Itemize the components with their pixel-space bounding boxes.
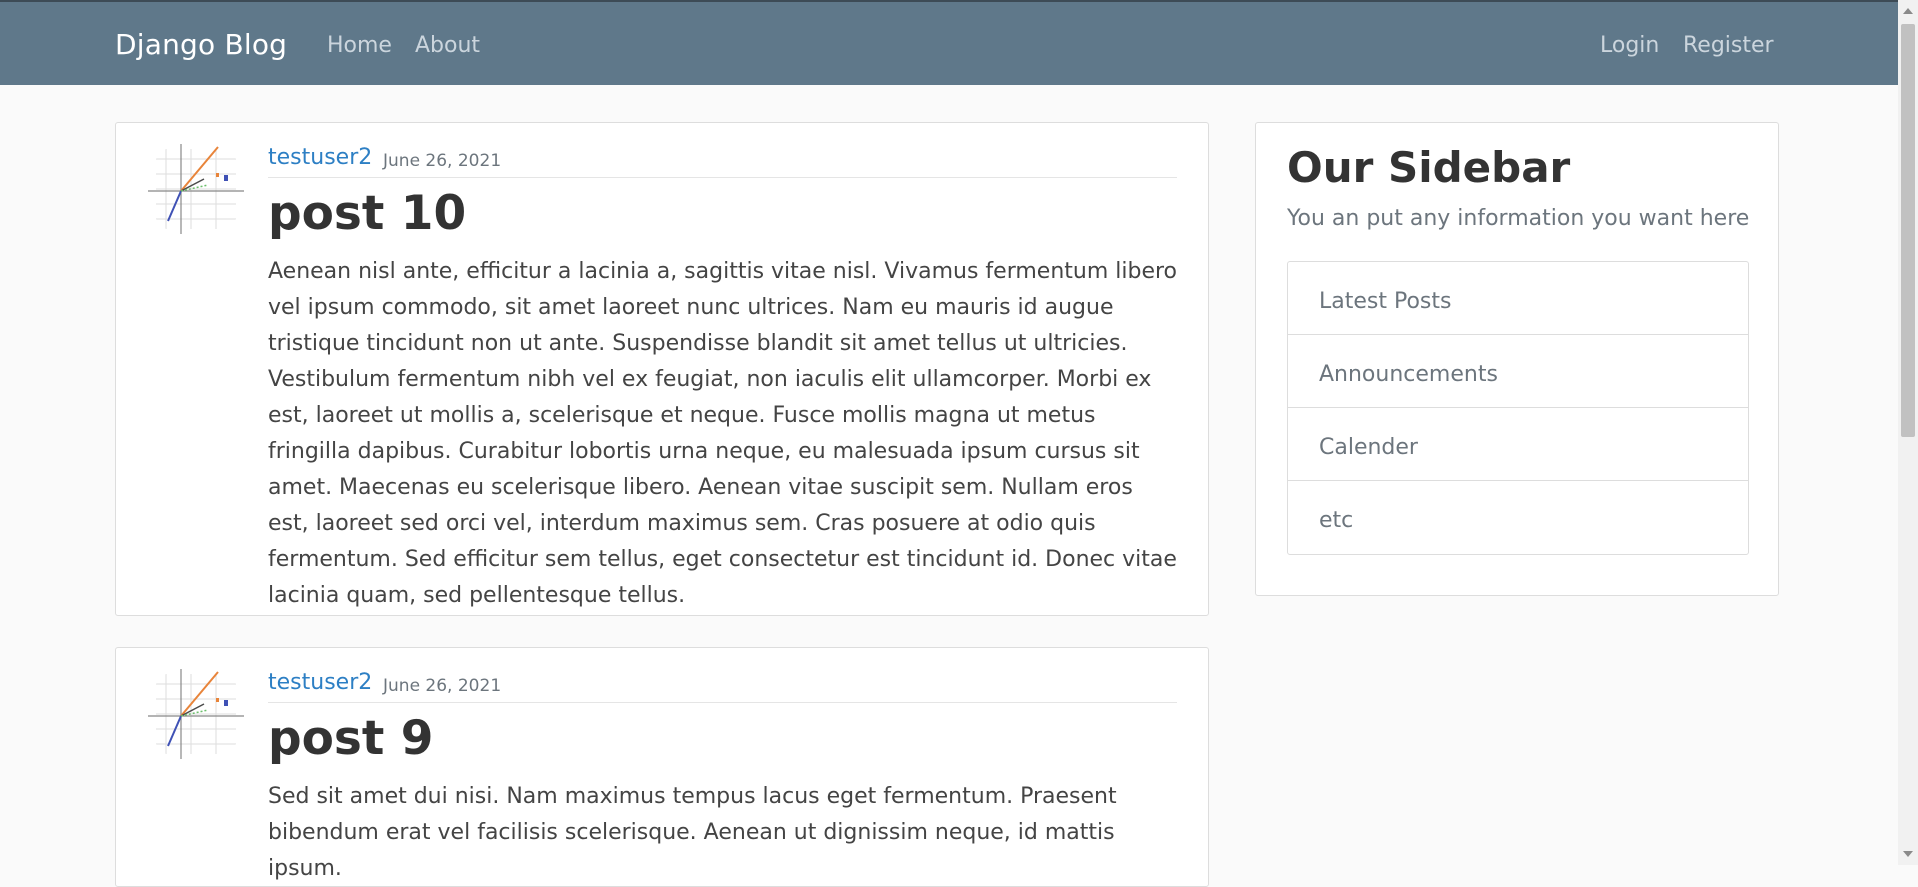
scrollbar-thumb[interactable]	[1901, 24, 1915, 437]
sidebar-item-calender[interactable]: Calender	[1288, 408, 1748, 481]
scroll-down-icon[interactable]	[1903, 851, 1913, 857]
sidebar-list: Latest Posts Announcements Calender etc	[1287, 261, 1749, 555]
sidebar-item-etc[interactable]: etc	[1288, 481, 1748, 554]
post-meta: testuser2 June 26, 2021	[268, 145, 1177, 178]
nav-about-link[interactable]: About	[415, 33, 480, 58]
nav-login-link[interactable]: Login	[1600, 33, 1659, 58]
sidebar-subtitle: You an put any information you want here	[1287, 206, 1750, 231]
author-avatar	[146, 664, 246, 764]
post-date: June 26, 2021	[383, 676, 502, 696]
post-content: Sed sit amet dui nisi. Nam maximus tempu…	[268, 784, 1117, 881]
author-avatar	[146, 139, 246, 239]
post-card: testuser2 June 26, 2021 post 10 Aenean n…	[115, 122, 1209, 616]
brand-link[interactable]: Django Blog	[115, 28, 287, 61]
post-meta: testuser2 June 26, 2021	[268, 670, 1177, 703]
avatar-graph-image	[148, 669, 244, 759]
avatar-graph-image	[148, 144, 244, 234]
post-author-link[interactable]: testuser2	[268, 670, 372, 695]
scroll-up-icon[interactable]	[1903, 8, 1913, 14]
navbar: Django Blog Home About Login Register	[0, 0, 1898, 85]
page-scrollbar[interactable]	[1898, 0, 1918, 865]
sidebar-title: Our Sidebar	[1287, 143, 1571, 192]
post-card: testuser2 June 26, 2021 post 9 Sed sit a…	[115, 647, 1209, 887]
sidebar: Our Sidebar You an put any information y…	[1255, 122, 1779, 596]
sidebar-item-latest-posts[interactable]: Latest Posts	[1288, 262, 1748, 335]
post-title[interactable]: post 10	[268, 188, 466, 240]
post-date: June 26, 2021	[383, 151, 502, 171]
post-author-link[interactable]: testuser2	[268, 145, 372, 170]
nav-register-link[interactable]: Register	[1683, 33, 1774, 58]
post-title[interactable]: post 9	[268, 713, 433, 765]
nav-home-link[interactable]: Home	[327, 33, 392, 58]
sidebar-item-announcements[interactable]: Announcements	[1288, 335, 1748, 408]
post-content: Aenean nisl ante, efficitur a lacinia a,…	[268, 259, 1178, 608]
